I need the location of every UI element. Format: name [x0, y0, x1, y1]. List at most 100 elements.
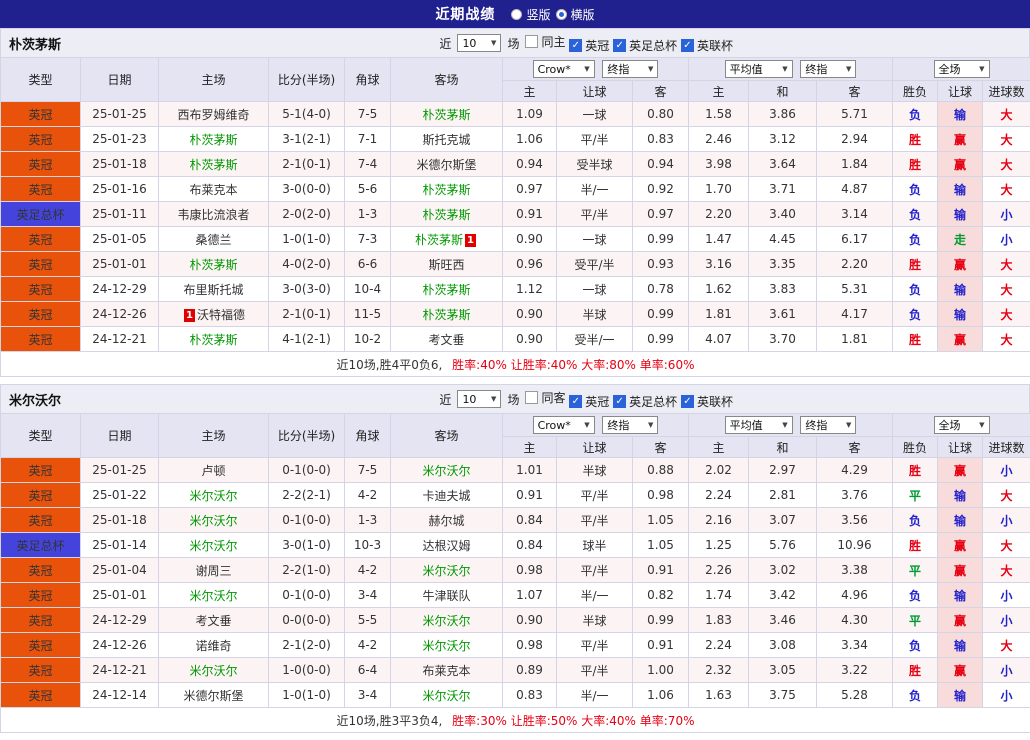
- team-link[interactable]: 达根汉姆: [422, 539, 470, 553]
- handicap-result-cell: 输: [938, 683, 983, 708]
- near-label: 近: [439, 35, 451, 52]
- team-link[interactable]: 米尔沃尔: [422, 464, 470, 478]
- home-team-cell: 谢周三: [159, 558, 269, 583]
- team-link[interactable]: 朴茨茅斯: [422, 283, 470, 297]
- league-cell: 英足总杯: [1, 202, 81, 227]
- league-filter-checkbox[interactable]: ✓ 英联杯: [681, 393, 733, 410]
- bookmaker-time-value: 终指: [607, 417, 629, 433]
- league-filter-checkbox[interactable]: ✓ 英足总杯: [613, 393, 677, 410]
- match-count-dropdown[interactable]: 10 ▼: [457, 34, 501, 52]
- goals-result-cell: 大: [983, 102, 1030, 127]
- home-team-cell: 米尔沃尔: [159, 508, 269, 533]
- scope-dropdown[interactable]: 全场 ▼: [934, 60, 990, 78]
- team-link[interactable]: 谢周三: [195, 564, 231, 578]
- col-header-home: 主场: [159, 414, 269, 458]
- team-link[interactable]: 牛津联队: [422, 589, 470, 603]
- bookmaker-time-dropdown[interactable]: 终指 ▼: [602, 60, 658, 78]
- ah-away-odds-cell: 0.98: [633, 483, 689, 508]
- corner-cell: 10-4: [345, 277, 391, 302]
- date-cell: 25-01-01: [81, 252, 159, 277]
- scope-dropdown[interactable]: 全场 ▼: [934, 416, 990, 434]
- away-team-cell: 卡迪夫城: [391, 483, 503, 508]
- team-link[interactable]: 米尔沃尔: [189, 514, 237, 528]
- home-team-cell: 卢顿: [159, 458, 269, 483]
- corner-cell: 5-5: [345, 608, 391, 633]
- team-link[interactable]: 米德尔斯堡: [416, 158, 476, 172]
- team-link[interactable]: 西布罗姆维奇: [177, 108, 249, 122]
- team-link[interactable]: 布莱克本: [422, 664, 470, 678]
- date-cell: 25-01-23: [81, 127, 159, 152]
- league-filter-checkbox[interactable]: 同主: [525, 33, 565, 50]
- team-link[interactable]: 桑德兰: [195, 233, 231, 247]
- team-link[interactable]: 赫尔城: [428, 514, 464, 528]
- team-link[interactable]: 朴茨茅斯: [422, 183, 470, 197]
- euro-draw-odds-cell: 3.61: [749, 302, 817, 327]
- sub-col-header: 让球: [938, 81, 983, 102]
- corner-cell: 3-4: [345, 683, 391, 708]
- team-link[interactable]: 诺维奇: [195, 639, 231, 653]
- checkbox-icon: ✓: [681, 39, 694, 52]
- team-link[interactable]: 沃特福德: [197, 308, 245, 322]
- team-link[interactable]: 韦康比流浪者: [177, 208, 249, 222]
- score-cell: 1-0(1-0): [269, 683, 345, 708]
- euro-home-odds-cell: 2.26: [689, 558, 749, 583]
- handicap-result-cell: 赢: [938, 608, 983, 633]
- league-filter-checkbox[interactable]: ✓ 英足总杯: [613, 37, 677, 54]
- team-link[interactable]: 米尔沃尔: [422, 639, 470, 653]
- average-dropdown[interactable]: 平均值 ▼: [725, 60, 793, 78]
- team-link[interactable]: 朴茨茅斯: [189, 133, 237, 147]
- team-link[interactable]: 朴茨茅斯: [422, 308, 470, 322]
- bookmaker-dropdown[interactable]: Crow* ▼: [533, 416, 595, 434]
- ah-away-odds-cell: 0.99: [633, 327, 689, 352]
- team-link[interactable]: 米德尔斯堡: [183, 689, 243, 703]
- date-cell: 24-12-26: [81, 302, 159, 327]
- team-link[interactable]: 卡迪夫城: [422, 489, 470, 503]
- league-filter-checkbox[interactable]: ✓ 英冠: [569, 393, 609, 410]
- layout-mode-radio[interactable]: 横版: [556, 6, 595, 23]
- sub-col-header: 进球数: [983, 81, 1030, 102]
- match-row: 英冠 24-12-29 考文垂 0-0(0-0) 5-5 米尔沃尔 0.90 半…: [1, 608, 1030, 633]
- topbar: 近期战绩 竖版 横版: [0, 0, 1030, 28]
- team-link[interactable]: 卢顿: [201, 464, 225, 478]
- layout-mode-radio[interactable]: 竖版: [511, 6, 550, 23]
- ah-home-odds-cell: 1.07: [503, 583, 557, 608]
- team-link[interactable]: 朴茨茅斯: [415, 233, 463, 247]
- league-cell: 英足总杯: [1, 533, 81, 558]
- bookmaker-dropdown[interactable]: Crow* ▼: [533, 60, 595, 78]
- team-link[interactable]: 布里斯托城: [183, 283, 243, 297]
- team-link[interactable]: 朴茨茅斯: [189, 258, 237, 272]
- league-filter-checkbox[interactable]: ✓ 英冠: [569, 37, 609, 54]
- euro-home-odds-cell: 4.07: [689, 327, 749, 352]
- team-link[interactable]: 朴茨茅斯: [189, 333, 237, 347]
- team-link[interactable]: 斯托克城: [422, 133, 470, 147]
- team-link[interactable]: 米尔沃尔: [189, 489, 237, 503]
- winlose-result-cell: 负: [893, 508, 938, 533]
- team-link[interactable]: 米尔沃尔: [422, 614, 470, 628]
- team-link[interactable]: 布莱克本: [189, 183, 237, 197]
- league-cell: 英冠: [1, 177, 81, 202]
- average-dropdown[interactable]: 平均值 ▼: [725, 416, 793, 434]
- score-cell: 3-0(3-0): [269, 277, 345, 302]
- league-filter-checkbox[interactable]: 同客: [525, 389, 565, 406]
- winlose-result-cell: 胜: [893, 658, 938, 683]
- match-row: 英冠 25-01-18 朴茨茅斯 2-1(0-1) 7-4 米德尔斯堡 0.94…: [1, 152, 1030, 177]
- team-link[interactable]: 考文垂: [195, 614, 231, 628]
- team-link[interactable]: 朴茨茅斯: [189, 158, 237, 172]
- team-link[interactable]: 米尔沃尔: [422, 564, 470, 578]
- team-link[interactable]: 朴茨茅斯: [422, 108, 470, 122]
- team-link[interactable]: 考文垂: [428, 333, 464, 347]
- match-count-dropdown[interactable]: 10 ▼: [457, 390, 501, 408]
- bookmaker-time-dropdown[interactable]: 终指 ▼: [602, 416, 658, 434]
- team-link[interactable]: 米尔沃尔: [189, 589, 237, 603]
- date-cell: 24-12-29: [81, 277, 159, 302]
- average-time-dropdown[interactable]: 终指 ▼: [800, 60, 856, 78]
- chevron-down-icon: ▼: [491, 395, 496, 403]
- team-link[interactable]: 米尔沃尔: [189, 664, 237, 678]
- league-filter-checkbox[interactable]: ✓ 英联杯: [681, 37, 733, 54]
- team-link[interactable]: 斯旺西: [428, 258, 464, 272]
- average-time-dropdown[interactable]: 终指 ▼: [800, 416, 856, 434]
- checkbox-icon: ✓: [569, 39, 582, 52]
- team-link[interactable]: 米尔沃尔: [189, 539, 237, 553]
- team-link[interactable]: 米尔沃尔: [422, 689, 470, 703]
- team-link[interactable]: 朴茨茅斯: [422, 208, 470, 222]
